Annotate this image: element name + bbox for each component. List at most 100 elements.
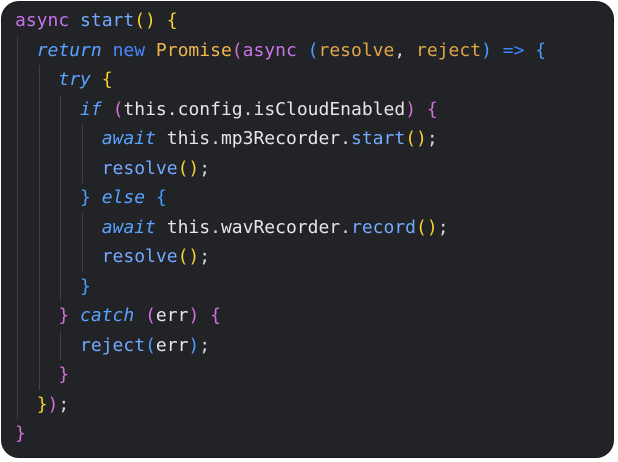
code-token: start <box>80 10 135 31</box>
code-token: { <box>210 305 221 326</box>
code-line: } else { <box>15 183 546 213</box>
code-line: await this.mp3Recorder.start(); <box>15 124 546 154</box>
code-token: else <box>101 187 146 208</box>
code-token: isCloudEnabled <box>253 98 406 120</box>
code-token: { <box>101 69 113 90</box>
code-token: { <box>155 187 167 208</box>
code-token: record <box>351 216 417 238</box>
indent-guide <box>38 242 40 272</box>
code-line: try { <box>15 65 546 95</box>
code-token: reject <box>80 334 146 356</box>
code-token: . <box>340 128 351 149</box>
indent-guide <box>82 212 84 242</box>
code-token: () <box>177 246 200 267</box>
indent-guide <box>17 212 18 242</box>
code-token: } <box>58 364 70 385</box>
code-token: err <box>155 334 189 356</box>
indent-guide <box>17 242 18 272</box>
indent-guide <box>17 301 18 331</box>
code-token: ( <box>145 334 156 356</box>
code-token: { <box>426 98 438 120</box>
code-line: }); <box>15 389 546 419</box>
code-token: ) <box>188 305 200 326</box>
indent-guide <box>60 183 62 213</box>
code-token: } <box>58 305 70 326</box>
indent-guide <box>38 94 40 124</box>
indent-guide <box>17 271 18 301</box>
indent-guide <box>38 360 40 390</box>
code-token: ) <box>405 98 417 120</box>
code-token: ( <box>231 39 243 61</box>
code-token: this <box>166 128 211 149</box>
indent-guide <box>38 153 40 183</box>
code-token: , <box>394 39 417 61</box>
code-token: start <box>351 128 406 149</box>
code-token: this <box>123 98 167 120</box>
indent-guide <box>17 124 18 154</box>
code-token: wavRecorder <box>220 216 341 238</box>
code-token: resolve <box>318 39 395 61</box>
code-token: reject <box>416 39 482 61</box>
indent-guide <box>82 124 84 154</box>
indent-guide <box>38 212 40 242</box>
code-line: resolve(); <box>15 153 546 183</box>
code-token: => <box>502 39 525 61</box>
code-token: ( <box>145 305 156 326</box>
code-token: config <box>177 98 243 120</box>
indent-guide <box>60 212 62 242</box>
code-token: ( <box>307 39 319 61</box>
code-token: this <box>166 216 211 238</box>
code-token: err <box>155 305 189 326</box>
code-token: return <box>36 39 102 61</box>
code-token: . <box>210 128 221 149</box>
code-token: Promise <box>155 39 232 61</box>
code-token: () <box>177 157 200 179</box>
code-token: ; <box>199 334 211 356</box>
indent-guide <box>38 183 40 213</box>
indent-guide <box>60 242 62 272</box>
indent-guide <box>60 94 62 124</box>
code-line: } <box>15 419 546 449</box>
indent-guide <box>82 153 84 183</box>
indent-guide <box>60 124 62 154</box>
code-line: } <box>15 360 546 390</box>
code-token: catch <box>80 305 135 326</box>
code-token: resolve <box>101 246 178 267</box>
code-line: } <box>15 271 546 301</box>
code-token: ; <box>58 393 70 415</box>
code-token: } <box>15 423 26 444</box>
code-token: ; <box>199 246 211 267</box>
indent-guide <box>17 35 18 65</box>
indent-guide <box>17 360 18 390</box>
indent-guide <box>82 242 84 272</box>
code-token: ) <box>47 393 59 415</box>
code-token: ; <box>426 128 438 149</box>
code-token: } <box>80 275 91 297</box>
indent-guide <box>60 271 62 301</box>
code-token: } <box>36 393 48 415</box>
code-token: ) <box>188 334 200 356</box>
indent-guide <box>60 330 62 360</box>
code-token: await <box>101 216 156 238</box>
code-token: } <box>80 187 91 208</box>
code-line: if (this.config.isCloudEnabled) { <box>15 94 546 124</box>
code-token: if <box>80 98 102 120</box>
